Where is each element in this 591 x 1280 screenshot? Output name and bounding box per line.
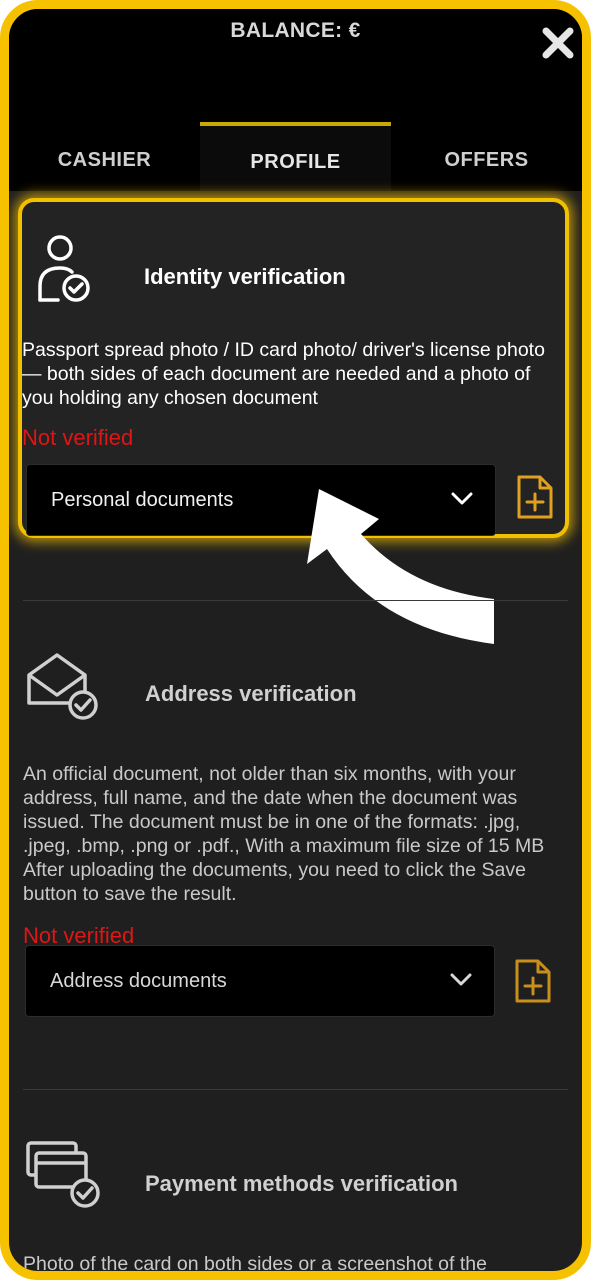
identity-verification-card: Identity verification Passport spread ph… bbox=[18, 198, 569, 538]
divider bbox=[23, 1089, 568, 1090]
payment-title: Payment methods verification bbox=[145, 1171, 458, 1196]
modal-frame: BALANCE: € CASHIER PROFILE OFFERS Identi… bbox=[0, 0, 591, 1280]
chevron-down-icon bbox=[450, 973, 472, 986]
address-document-select[interactable]: Address documents bbox=[25, 945, 495, 1017]
tab-profile[interactable]: PROFILE bbox=[200, 122, 391, 191]
address-title: Address verification bbox=[145, 681, 357, 706]
identity-description: Passport spread photo / ID card photo/ d… bbox=[22, 339, 545, 409]
tab-offers[interactable]: OFFERS bbox=[391, 122, 582, 191]
header: BALANCE: € CASHIER PROFILE OFFERS bbox=[9, 9, 582, 191]
divider bbox=[23, 600, 568, 601]
payment-description: Photo of the card on both sides or a scr… bbox=[23, 1253, 487, 1275]
upload-file-icon[interactable] bbox=[516, 474, 554, 520]
balance-label: BALANCE: € bbox=[230, 19, 361, 42]
identity-title: Identity verification bbox=[144, 264, 346, 289]
address-select-value: Address documents bbox=[50, 970, 227, 992]
cards-check-icon bbox=[26, 1141, 100, 1208]
identity-status: Not verified bbox=[22, 425, 134, 450]
address-description: An official document, not older than six… bbox=[23, 763, 545, 905]
envelope-check-icon bbox=[27, 653, 98, 720]
upload-file-icon[interactable] bbox=[514, 958, 552, 1004]
close-icon[interactable] bbox=[538, 23, 578, 63]
user-check-icon bbox=[38, 235, 90, 302]
tab-cashier[interactable]: CASHIER bbox=[9, 122, 200, 191]
identity-select-value: Personal documents bbox=[51, 489, 234, 511]
pointer-arrow-icon bbox=[307, 489, 494, 644]
tab-bar: CASHIER PROFILE OFFERS bbox=[9, 122, 582, 191]
